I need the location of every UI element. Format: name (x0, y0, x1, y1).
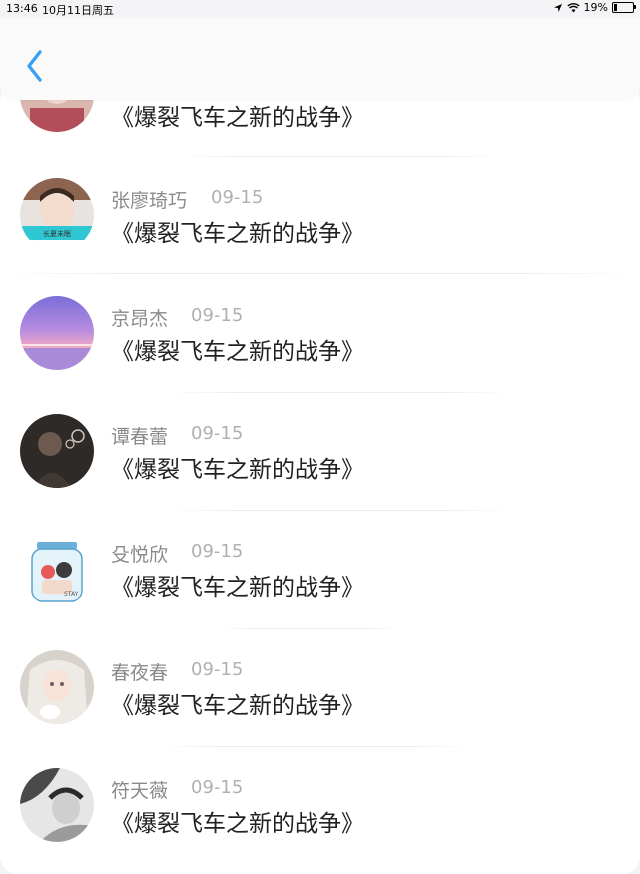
avatar: 长夏未眠 (20, 178, 94, 252)
list-item[interactable]: 春夜春 09-15 《爆裂飞车之新的战争》 (0, 628, 640, 746)
comment-username[interactable]: 谭春蕾 (111, 422, 168, 449)
comment-list[interactable]: 《爆裂飞车之新的战争》 长夏未眠 张廖琦巧 09-15 《爆裂飞车之新的战争》 … (0, 84, 640, 874)
location-arrow-icon (553, 3, 562, 12)
svg-text:STAY: STAY (64, 591, 79, 598)
list-item[interactable]: 京昂杰 09-15 《爆裂飞车之新的战争》 (0, 274, 640, 392)
chevron-left-icon (27, 50, 42, 82)
avatar (20, 296, 94, 370)
avatar (20, 650, 94, 724)
comment-content: 《爆裂飞车之新的战争》 (111, 105, 364, 131)
comment-content: 《爆裂飞车之新的战争》 (111, 693, 364, 719)
battery-icon (612, 2, 636, 13)
svg-text:长夏未眠: 长夏未眠 (43, 229, 71, 238)
comment-content: 《爆裂飞车之新的战争》 (111, 811, 364, 837)
comment-content: 《爆裂飞车之新的战争》 (111, 457, 364, 483)
comment-username[interactable]: 春夜春 (111, 658, 168, 685)
avatar (20, 414, 94, 488)
comment-username[interactable]: 殳悦欣 (111, 540, 168, 567)
back-button[interactable] (22, 48, 48, 84)
list-item[interactable]: 符天薇 09-15 《爆裂飞车之新的战争》 (0, 746, 640, 864)
comment-content: 《爆裂飞车之新的战争》 (111, 575, 364, 601)
comment-date: 09-15 (191, 305, 244, 326)
status-date: 10月11日周五 (42, 4, 114, 17)
status-indicators: 19% (553, 1, 636, 14)
comment-date: 09-15 (191, 541, 244, 562)
list-item[interactable]: 长夏未眠 张廖琦巧 09-15 《爆裂飞车之新的战争》 (0, 156, 640, 274)
comment-date: 09-15 (211, 187, 264, 208)
comment-date: 09-15 (191, 777, 244, 798)
status-bar: 13:46 10月11日周五 19% (0, 0, 640, 18)
comment-username[interactable]: 符天薇 (111, 776, 168, 803)
list-item[interactable]: 谭春蕾 09-15 《爆裂飞车之新的战争》 (0, 392, 640, 510)
list-item[interactable]: STAY 殳悦欣 09-15 《爆裂飞车之新的战争》 (0, 510, 640, 628)
battery-level (614, 4, 617, 11)
wifi-icon (566, 2, 580, 12)
comment-content: 《爆裂飞车之新的战争》 (111, 221, 364, 247)
avatar: STAY (20, 532, 94, 606)
nav-header (0, 18, 640, 100)
comment-username[interactable]: 张廖琦巧 (111, 186, 187, 213)
comment-content: 《爆裂飞车之新的战争》 (111, 339, 364, 365)
comment-username[interactable]: 京昂杰 (111, 304, 168, 331)
status-time: 13:46 (6, 2, 38, 15)
avatar (20, 768, 94, 842)
comment-date: 09-15 (191, 423, 244, 444)
comment-date: 09-15 (191, 659, 244, 680)
battery-percent: 19% (583, 1, 608, 14)
